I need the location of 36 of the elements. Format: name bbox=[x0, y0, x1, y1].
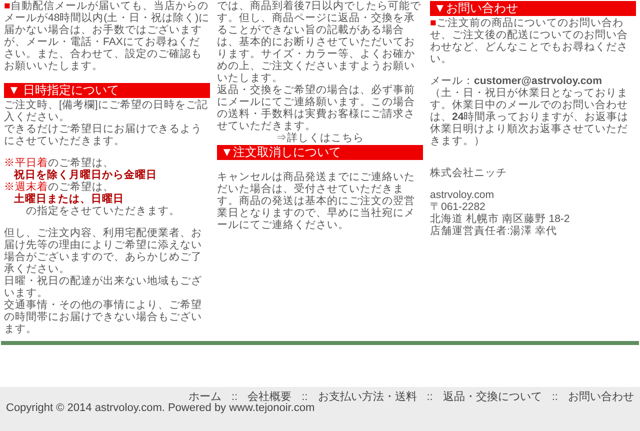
section-heading: ▼注文取消しについて bbox=[217, 145, 423, 160]
footer-link[interactable]: 会社概要 bbox=[248, 391, 292, 403]
nav-separator: :: bbox=[232, 391, 238, 403]
body-text: 店舗運営責任者:湯澤 幸代 bbox=[430, 225, 558, 237]
body-text: メール：customer@astrvoloy.com bbox=[430, 75, 603, 87]
delivery-days-text: 土曜日または、日曜日 bbox=[14, 193, 124, 205]
body-text: できるだけご希望日にお届けできるようにさせていただきます。 bbox=[4, 123, 203, 147]
body-text: ご注文時、[備考欄]にご希望の日時をご記入ください。 bbox=[4, 99, 209, 123]
footer-link[interactable]: 返品・交換について bbox=[442, 391, 542, 403]
nav-separator: :: bbox=[426, 391, 433, 403]
body-text: では、商品到着後7日以内でしたら可能です。但し、商品ページに返品・交換を承ることができない旨の記載がある場合は、基本的にお断りさせていただいております。サイズ・カラー等、よくお確かめの上、ご注文くださいますようお願いいたします。 bbox=[217, 0, 422, 84]
delivery-note: ※週末着のご希望は、 bbox=[4, 181, 115, 193]
body-text: 〒061-2282 bbox=[430, 201, 486, 213]
delivery-note: ※平日着のご希望は、 bbox=[4, 157, 115, 169]
body-text: astrvoloy.com bbox=[430, 189, 495, 201]
body-text: 北海道 札幌市 南区藤野 18-2 bbox=[430, 213, 571, 225]
note-paragraph: ■ご注文前の商品についてのお問い合わせ、ご注文後の配送についてのお問い合わせなど、どんなことでもお尋ねください。 bbox=[430, 17, 629, 65]
body-text: 株式会社ニッチ bbox=[430, 167, 508, 179]
footer-link[interactable]: お支払い方法・送料 bbox=[318, 391, 417, 403]
delivery-days-text: 祝日を除く月曜日から金曜日 bbox=[14, 169, 157, 181]
nav-separator: :: bbox=[302, 391, 308, 403]
body-text: 日曜・祝日の配達が出来ない地域もございます。 bbox=[4, 275, 203, 299]
body-text: 返品・交換をご希望の場合は、必ず事前にメールにてご連絡願います。この場合の送料・手数料は実費お客様にご請求させていただきます。 bbox=[217, 84, 416, 132]
copyright-text: Copyright © 2014 astrvoloy.com. Powered by www.tejonoir.com bbox=[6, 402, 316, 414]
body-text: （土・日・祝日が休業日となっております。休業日中のメールでのお問い合わせは、24時間承っておりますが、お返事は休業日明けより順次お返事させていただきます。） bbox=[430, 87, 630, 147]
note-paragraph: ■自動配信メールが届いても、当店からのメールが48時間以内(土・日・祝は除く)に届かない場合は、お手数ではございますが、メール・電話・FAXにてお尋ねください。また、合わせて、設定のご確認もお願いいたします。 bbox=[4, 0, 210, 72]
footer-link[interactable]: ホーム bbox=[188, 391, 222, 403]
nav-separator: :: bbox=[552, 391, 558, 403]
section-heading: ▼ 日時指定について bbox=[4, 83, 210, 98]
body-text: キャンセルは商品発送までにご連絡いただいた場合は、受付させていただきます。商品の発送は基本的にご注文の翌営業日となりますので、早めに当社宛にメールにてご連絡ください。 bbox=[217, 171, 416, 231]
body-text: 但し、ご注文内容、利用宅配便業者、お届け先等の理由によりご希望に添えない場合がございますので、あらかじめご了承ください。 bbox=[4, 227, 203, 275]
section-heading: ▼お問い合わせ bbox=[430, 1, 636, 16]
body-text: 交通事情・その他の事情により、ご希望の時間帯にお届けできない場合もございます。 bbox=[4, 299, 203, 335]
details-link[interactable]: ⇒詳しくはこちら bbox=[276, 132, 364, 144]
footer-link[interactable]: お問い合わせ bbox=[568, 391, 634, 403]
body-text: の指定をさせていただきます。 bbox=[26, 205, 180, 217]
